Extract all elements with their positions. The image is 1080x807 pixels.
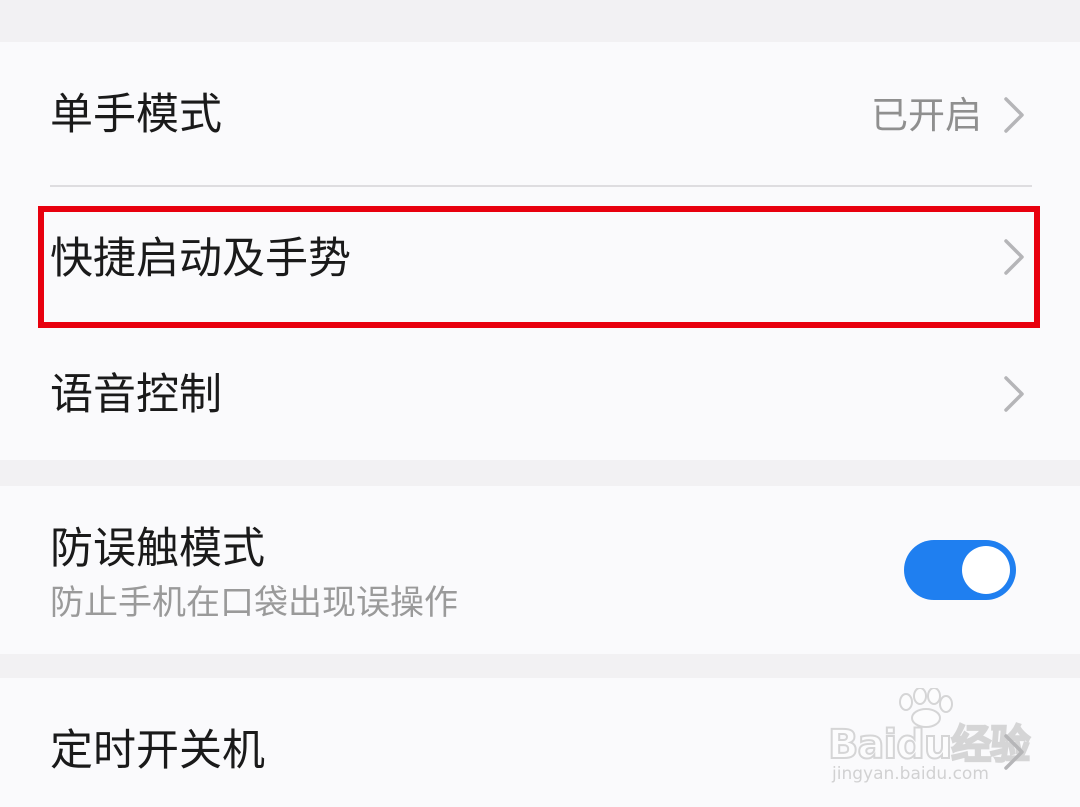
voice-control-label: 语音控制 <box>50 370 222 420</box>
toggle-knob <box>962 546 1010 594</box>
pocket-mode-toggle[interactable] <box>904 540 1016 600</box>
watermark-url: jingyan.baidu.com <box>832 764 989 784</box>
one-hand-mode-label: 单手模式 <box>50 90 222 140</box>
quick-launch-gestures-label: 快捷启动及手势 <box>50 234 351 284</box>
settings-group-1: 单手模式 已开启 快捷启动及手势 语音控制 <box>0 42 1080 460</box>
chevron-right-icon <box>1004 97 1024 133</box>
one-hand-mode-status: 已开启 <box>871 94 982 137</box>
voice-control-item[interactable]: 语音控制 <box>0 323 1080 460</box>
quick-launch-gestures-item[interactable]: 快捷启动及手势 <box>0 187 1080 323</box>
settings-screen: 单手模式 已开启 快捷启动及手势 语音控制 防误触模式 防止手机在口袋出现误操作 <box>0 0 1080 807</box>
pocket-mode-label: 防误触模式 <box>50 524 265 574</box>
scheduled-power-label: 定时开关机 <box>50 726 265 776</box>
pocket-mode-description: 防止手机在口袋出现误操作 <box>50 583 458 623</box>
chevron-right-icon <box>1004 376 1024 412</box>
one-hand-mode-item[interactable]: 单手模式 已开启 <box>0 42 1080 187</box>
baidu-watermark: Baidu经验 jingyan.baidu.com <box>827 688 1031 790</box>
chevron-right-icon <box>1004 239 1024 275</box>
watermark-brand: Baidu经验 <box>827 721 1031 769</box>
